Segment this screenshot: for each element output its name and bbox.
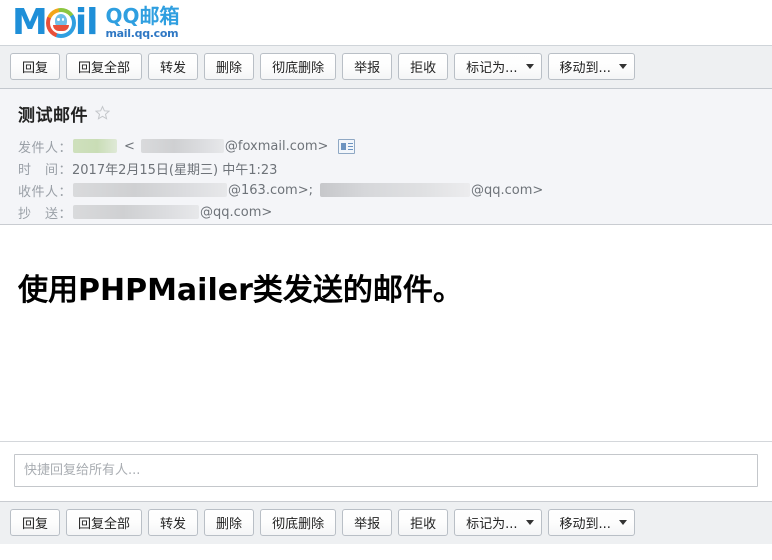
quick-reply-area (0, 441, 772, 501)
delete-forever-button-bottom[interactable]: 彻底删除 (260, 509, 337, 536)
redacted-recipient-2 (320, 183, 470, 197)
button-label: 删除 (216, 517, 243, 532)
button-label: 拒收 (410, 517, 437, 532)
mail-body: 使用PHPMailer类发送的邮件。 (0, 225, 772, 441)
logo-text-block: QQ邮箱 mail.qq.com (105, 3, 180, 40)
reply-all-button-bottom[interactable]: 回复全部 (66, 509, 143, 536)
qqmail-logo[interactable]: M il QQ邮箱 mail.qq.com (12, 1, 180, 43)
contact-card-icon[interactable] (338, 138, 356, 154)
logo-letter-m: M (12, 1, 48, 43)
block-sender-button-top[interactable]: 拒收 (398, 53, 449, 80)
to-domain-2: @qq.com> (471, 182, 544, 198)
button-label: 回复全部 (78, 517, 131, 532)
logo-wordmark: M il (12, 1, 99, 43)
logo-brand-cn: QQ邮箱 (105, 3, 180, 28)
from-label: 发件人： (18, 140, 73, 156)
button-label: 移动到... (559, 61, 611, 76)
from-open-bracket: < (124, 138, 135, 154)
to-value: @163.com>; @qq.com> (72, 183, 543, 198)
move-to-button-top[interactable]: 移动到... (547, 53, 635, 80)
report-button-top[interactable]: 举报 (342, 53, 393, 80)
meta-row-date: 时 间： 2017年2月15日(星期三) 中午1:23 (18, 157, 772, 179)
forward-button-bottom[interactable]: 转发 (148, 509, 199, 536)
chevron-down-icon (618, 520, 627, 525)
mark-as-button-bottom[interactable]: 标记为... (454, 509, 542, 536)
mark-as-button-top[interactable]: 标记为... (454, 53, 542, 80)
cc-value: @qq.com> (72, 205, 272, 220)
mail-header: 测试邮件 发件人： < @foxmail.com> 时 间： 2017年2月15… (0, 89, 772, 225)
cc-label: 抄 送： (18, 206, 73, 222)
reply-all-button-top[interactable]: 回复全部 (66, 53, 143, 80)
reply-button-bottom[interactable]: 回复 (10, 509, 61, 536)
mail-body-text: 使用PHPMailer类发送的邮件。 (18, 273, 463, 308)
toolbar-top: 回复 回复全部 转发 删除 彻底删除 举报 拒收 标记为... 移动到... (0, 45, 772, 89)
cc-domain: @qq.com> (200, 204, 273, 220)
logo-brand-url: mail.qq.com (105, 26, 179, 40)
to-domain-1: @163.com>; (228, 182, 313, 198)
button-label: 彻底删除 (272, 61, 325, 76)
button-label: 举报 (354, 517, 381, 532)
from-domain: @foxmail.com> (224, 138, 329, 154)
logo-letters-il: il (74, 1, 99, 43)
star-outline-icon[interactable] (94, 105, 111, 122)
meta-row-from: 发件人： < @foxmail.com> (18, 135, 772, 157)
date-value: 2017年2月15日(星期三) 中午1:23 (72, 162, 278, 178)
delete-forever-button-top[interactable]: 彻底删除 (260, 53, 337, 80)
from-value: < @foxmail.com> (72, 138, 356, 154)
chevron-down-icon (525, 520, 534, 525)
button-label: 回复 (22, 61, 49, 76)
button-label: 标记为... (466, 61, 518, 76)
button-label: 回复 (22, 517, 49, 532)
button-label: 回复全部 (78, 61, 131, 76)
reply-button-top[interactable]: 回复 (10, 53, 61, 80)
button-label: 标记为... (466, 517, 518, 532)
redacted-sender-name (73, 139, 118, 153)
logo-bar: M il QQ邮箱 mail.qq.com (0, 0, 772, 45)
button-label: 转发 (160, 517, 187, 532)
block-sender-button-bottom[interactable]: 拒收 (398, 509, 449, 536)
button-label: 举报 (354, 61, 381, 76)
button-label: 移动到... (559, 517, 611, 532)
meta-row-cc: 抄 送： @qq.com> (18, 201, 772, 223)
subject-row: 测试邮件 (18, 101, 772, 126)
date-label: 时 间： (18, 162, 73, 178)
button-label: 转发 (160, 61, 187, 76)
mail-subject: 测试邮件 (18, 106, 88, 126)
report-button-bottom[interactable]: 举报 (342, 509, 393, 536)
button-label: 删除 (216, 61, 243, 76)
qq-penguin-icon (45, 7, 76, 38)
chevron-down-icon (525, 64, 534, 69)
toolbar-bottom: 回复 回复全部 转发 删除 彻底删除 举报 拒收 标记为... 移动到... (0, 501, 772, 544)
button-label: 彻底删除 (272, 517, 325, 532)
redacted-cc-address (73, 205, 200, 219)
delete-button-bottom[interactable]: 删除 (204, 509, 255, 536)
to-label: 收件人： (18, 184, 73, 200)
redacted-recipient-1 (73, 183, 228, 197)
forward-button-top[interactable]: 转发 (148, 53, 199, 80)
redacted-sender-address (140, 139, 224, 153)
button-label: 拒收 (410, 61, 437, 76)
meta-row-to: 收件人： @163.com>; @qq.com> (18, 179, 772, 201)
chevron-down-icon (618, 64, 627, 69)
quick-reply-input[interactable] (14, 454, 758, 487)
move-to-button-bottom[interactable]: 移动到... (547, 509, 635, 536)
delete-button-top[interactable]: 删除 (204, 53, 255, 80)
